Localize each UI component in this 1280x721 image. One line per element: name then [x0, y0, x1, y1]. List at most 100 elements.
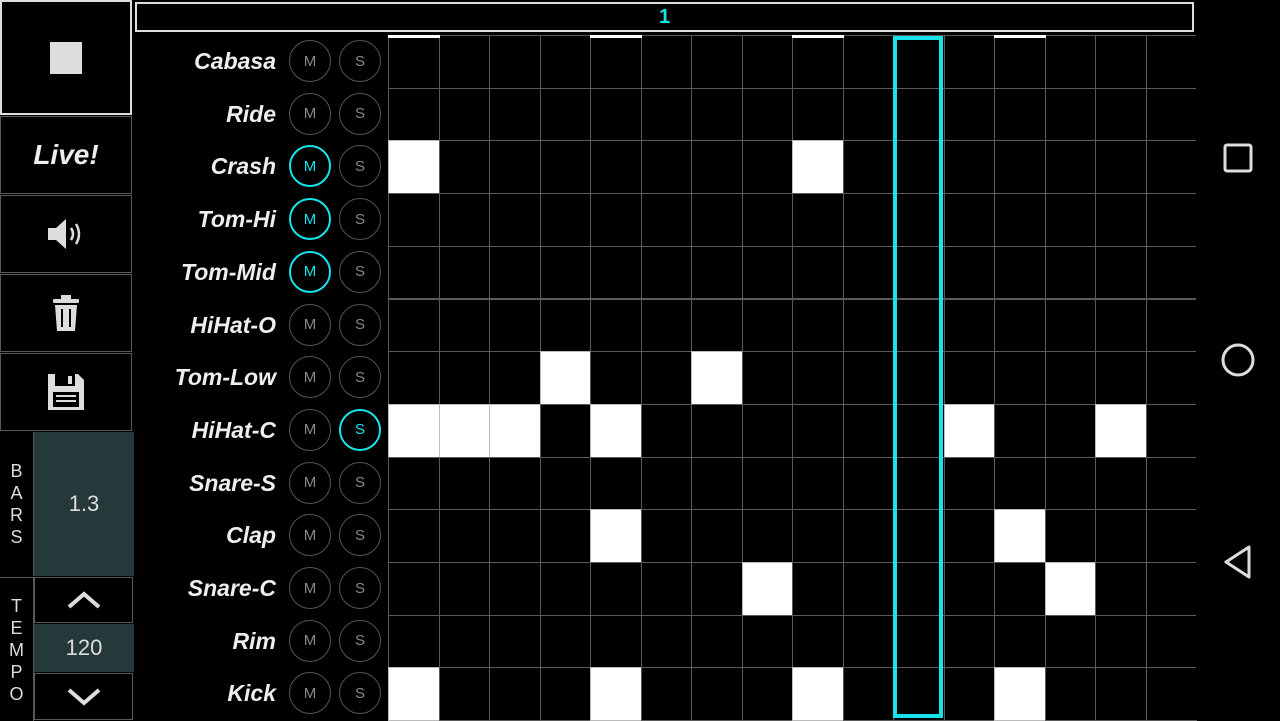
step-cell[interactable]: [842, 614, 894, 669]
step-cell[interactable]: [741, 193, 793, 247]
step-cell[interactable]: [1095, 614, 1147, 669]
step-cell[interactable]: [741, 456, 793, 511]
step-cell[interactable]: [438, 87, 490, 142]
step-cell[interactable]: [994, 667, 1046, 721]
step-cell[interactable]: [741, 35, 793, 89]
step-cell[interactable]: [388, 245, 440, 300]
step-cell[interactable]: [539, 614, 591, 669]
step-cell[interactable]: [388, 456, 440, 511]
step-cell[interactable]: [438, 667, 490, 721]
step-cell[interactable]: [539, 351, 591, 405]
step-cell[interactable]: [539, 35, 591, 89]
step-cell[interactable]: [539, 403, 591, 458]
step-cell[interactable]: [792, 298, 844, 353]
solo-button[interactable]: S: [339, 92, 381, 135]
step-cell[interactable]: [994, 509, 1046, 563]
step-cell[interactable]: [691, 562, 743, 616]
step-cell[interactable]: [792, 87, 844, 142]
step-cell[interactable]: [590, 403, 642, 458]
tempo-value[interactable]: 120: [34, 624, 134, 672]
step-cell[interactable]: [640, 509, 692, 563]
step-cell[interactable]: [438, 562, 490, 616]
step-cell[interactable]: [388, 298, 440, 353]
step-cell[interactable]: [792, 140, 844, 195]
step-cell[interactable]: [741, 509, 793, 563]
step-cell[interactable]: [489, 140, 541, 195]
step-cell[interactable]: [1095, 351, 1147, 405]
step-cell[interactable]: [994, 35, 1046, 89]
step-cell[interactable]: [640, 562, 692, 616]
step-cell[interactable]: [842, 87, 894, 142]
tempo-up-button[interactable]: [34, 577, 133, 623]
back-button[interactable]: [1218, 542, 1258, 582]
step-cell[interactable]: [640, 193, 692, 247]
step-cell[interactable]: [489, 245, 541, 300]
step-cell[interactable]: [792, 35, 844, 89]
step-cell[interactable]: [994, 351, 1046, 405]
step-cell[interactable]: [489, 193, 541, 247]
step-cell[interactable]: [1095, 245, 1147, 300]
step-cell[interactable]: [994, 456, 1046, 511]
step-cell[interactable]: [792, 667, 844, 721]
step-cell[interactable]: [943, 667, 995, 721]
step-cell[interactable]: [438, 140, 490, 195]
step-cell[interactable]: [640, 351, 692, 405]
step-cell[interactable]: [943, 140, 995, 195]
step-cell[interactable]: [438, 193, 490, 247]
step-cell[interactable]: [943, 351, 995, 405]
step-cell[interactable]: [640, 456, 692, 511]
step-cell[interactable]: [943, 87, 995, 142]
mute-button[interactable]: M: [289, 619, 331, 662]
step-cell[interactable]: [539, 667, 591, 721]
step-cell[interactable]: [388, 87, 440, 142]
solo-button[interactable]: S: [339, 250, 381, 293]
step-cell[interactable]: [539, 298, 591, 353]
mute-button[interactable]: M: [289, 145, 331, 188]
step-cell[interactable]: [539, 140, 591, 195]
step-cell[interactable]: [691, 403, 743, 458]
step-cell[interactable]: [1044, 245, 1096, 300]
mute-button[interactable]: M: [289, 567, 331, 609]
step-cell[interactable]: [640, 87, 692, 142]
step-cell[interactable]: [994, 87, 1046, 142]
step-cell[interactable]: [1095, 403, 1147, 458]
step-cell[interactable]: [792, 351, 844, 405]
step-cell[interactable]: [792, 614, 844, 669]
step-cell[interactable]: [741, 351, 793, 405]
step-cell[interactable]: [691, 298, 743, 353]
step-cell[interactable]: [792, 509, 844, 563]
step-cell[interactable]: [842, 351, 894, 405]
step-cell[interactable]: [792, 456, 844, 511]
step-cell[interactable]: [590, 87, 642, 142]
step-cell[interactable]: [1095, 140, 1147, 195]
step-cell[interactable]: [842, 298, 894, 353]
step-cell[interactable]: [691, 245, 743, 300]
step-cell[interactable]: [388, 140, 440, 195]
step-cell[interactable]: [741, 403, 793, 458]
step-cell[interactable]: [1044, 614, 1096, 669]
step-cell[interactable]: [590, 562, 642, 616]
step-cell[interactable]: [741, 245, 793, 300]
step-cell[interactable]: [438, 509, 490, 563]
step-cell[interactable]: [1044, 140, 1096, 195]
step-cell[interactable]: [691, 140, 743, 195]
solo-button[interactable]: S: [339, 356, 381, 399]
step-cell[interactable]: [590, 456, 642, 511]
step-cell[interactable]: [590, 140, 642, 195]
step-cell[interactable]: [1095, 562, 1147, 616]
step-cell[interactable]: [1145, 87, 1197, 142]
step-cell[interactable]: [1095, 35, 1147, 89]
step-cell[interactable]: [943, 193, 995, 247]
step-cell[interactable]: [438, 456, 490, 511]
step-cell[interactable]: [1145, 562, 1197, 616]
step-cell[interactable]: [590, 509, 642, 563]
step-cell[interactable]: [489, 403, 541, 458]
step-cell[interactable]: [741, 140, 793, 195]
recent-apps-button[interactable]: [1218, 138, 1258, 178]
step-cell[interactable]: [489, 87, 541, 142]
step-cell[interactable]: [640, 403, 692, 458]
step-cell[interactable]: [691, 351, 743, 405]
solo-button[interactable]: S: [339, 408, 381, 451]
step-cell[interactable]: [1095, 456, 1147, 511]
step-cell[interactable]: [994, 140, 1046, 195]
